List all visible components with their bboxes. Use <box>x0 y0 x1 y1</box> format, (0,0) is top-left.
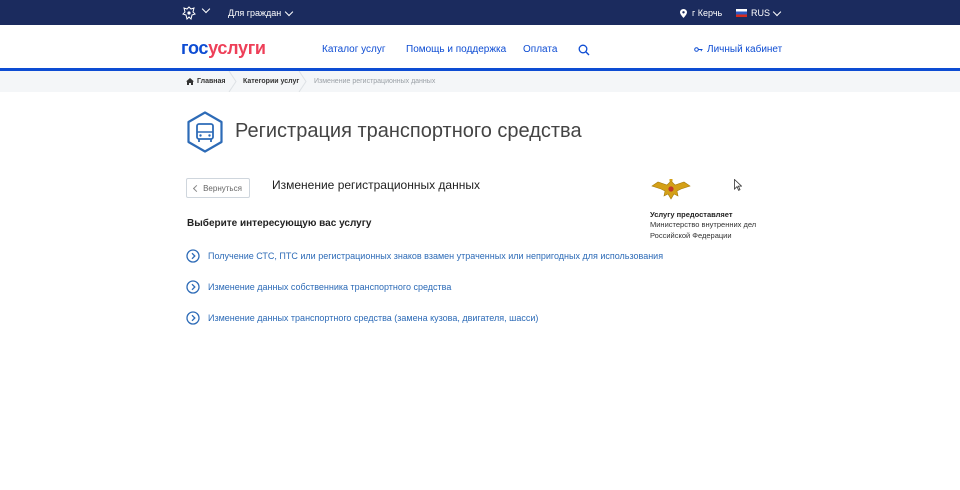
service-link-change-vehicle-data[interactable]: Изменение данных транспортного средства … <box>186 311 538 325</box>
service-link-change-owner[interactable]: Изменение данных собственника транспортн… <box>186 280 451 294</box>
chevron-left-icon <box>193 184 201 192</box>
breadcrumb: Главная Категории услуг Изменение регист… <box>0 71 960 92</box>
site-header: госуслуги Каталог услуг Помощь и поддерж… <box>0 25 960 71</box>
language-selector[interactable]: RUS <box>736 7 782 18</box>
key-icon <box>694 47 703 52</box>
location-pin-icon <box>680 8 687 18</box>
gosuslugi-logo[interactable]: госуслуги <box>181 38 266 59</box>
bus-icon <box>187 111 223 153</box>
mvd-emblem-icon <box>651 179 691 200</box>
breadcrumb-current: Изменение регистрационных данных <box>314 78 436 85</box>
citizens-label: Для граждан <box>228 8 282 18</box>
citizens-dropdown[interactable]: Для граждан <box>228 7 294 18</box>
back-button[interactable]: Вернуться <box>186 178 250 198</box>
russia-flag-icon <box>736 9 747 17</box>
city-selector[interactable]: г Керчь <box>680 8 722 18</box>
provider-name: Министерство внутренних дел Российской Ф… <box>650 220 757 240</box>
provider-heading: Услугу предоставляет <box>650 210 733 219</box>
arrow-circle-icon <box>186 280 200 294</box>
top-bar: Для граждан г Керчь RUS <box>0 0 960 25</box>
service-question: Выберите интересующую вас услугу <box>187 218 372 229</box>
chevron-down-icon <box>285 7 294 16</box>
nav-help[interactable]: Помощь и поддержка <box>406 44 506 55</box>
service-link-replace-documents[interactable]: Получение СТС, ПТС или регистрационных з… <box>186 249 663 263</box>
breadcrumb-separator <box>298 71 307 92</box>
breadcrumb-home[interactable]: Главная <box>186 78 225 85</box>
language-label: RUS <box>751 8 771 18</box>
search-icon[interactable] <box>578 44 590 56</box>
home-icon <box>186 78 194 85</box>
breadcrumb-separator <box>228 71 237 92</box>
cabinet-label: Личный кабинет <box>707 44 783 55</box>
arrow-circle-icon <box>186 311 200 325</box>
page-subtitle: Изменение регистрационных данных <box>272 178 480 192</box>
coat-of-arms-icon[interactable] <box>181 5 197 21</box>
city-label: г Керчь <box>692 8 723 18</box>
mouse-cursor-icon <box>734 179 742 191</box>
nav-catalog[interactable]: Каталог услуг <box>322 44 386 55</box>
chevron-down-icon[interactable] <box>201 4 211 14</box>
breadcrumb-categories[interactable]: Категории услуг <box>243 78 299 85</box>
page-title: Регистрация транспортного средства <box>235 120 582 142</box>
chevron-down-icon <box>772 7 782 16</box>
arrow-circle-icon <box>186 249 200 263</box>
nav-payment[interactable]: Оплата <box>523 44 557 55</box>
service-provider: Услугу предоставляет Министерство внутре… <box>650 178 770 241</box>
personal-cabinet-link[interactable]: Личный кабинет <box>694 44 782 55</box>
